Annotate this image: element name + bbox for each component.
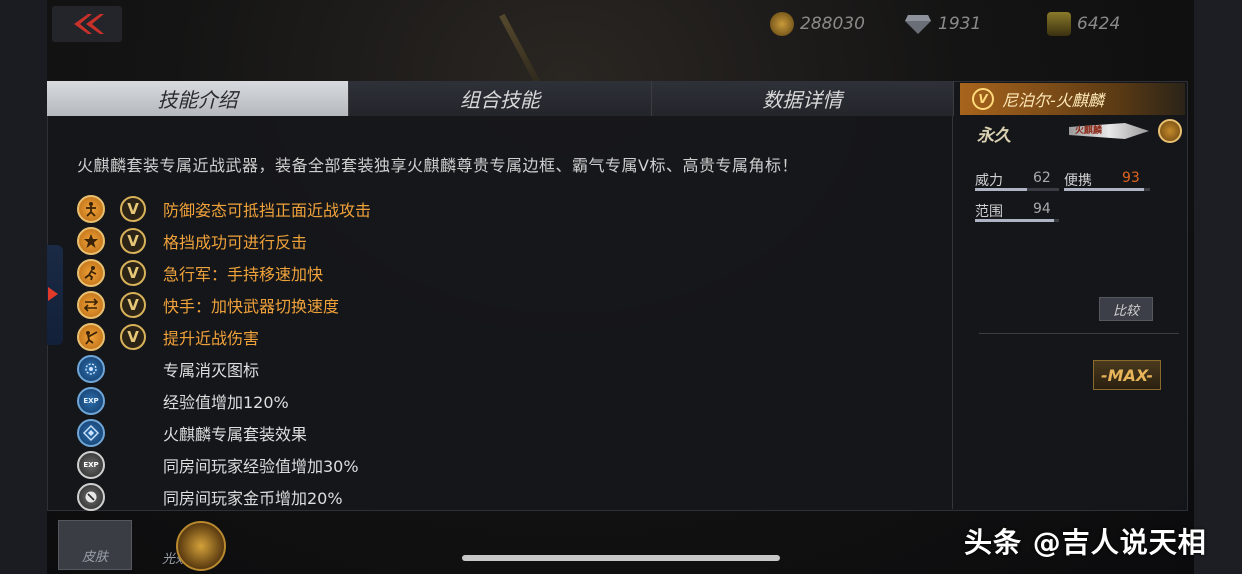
feature-text: 格挡成功可进行反击: [163, 233, 308, 252]
tab-skill-intro[interactable]: 技能介绍: [47, 81, 350, 116]
crossed-swords-icon: [1047, 12, 1071, 36]
stat-range: 范围 94: [975, 201, 1059, 223]
kill-icon-emblem: [77, 355, 105, 383]
currency-gold: 288030: [770, 12, 865, 36]
left-edge: [0, 0, 47, 574]
star-icon: [77, 227, 105, 255]
tab-bar: 技能介绍 组合技能 数据详情: [47, 81, 954, 116]
exp-icon: EXP: [77, 387, 105, 415]
expand-arrow-icon[interactable]: [48, 287, 58, 301]
feature-text: 防御姿态可抵挡正面近战攻击: [163, 201, 372, 220]
compare-button[interactable]: 比较: [1099, 297, 1153, 321]
skill-content: 火麒麟套装专属近战武器，装备全部套装独享火麒麟尊贵专属边框、霸气专属V标、高贵专…: [47, 116, 953, 512]
gold-coin-icon: [770, 12, 794, 36]
stat-label: 范围: [975, 204, 1003, 220]
room-exp-icon: EXP: [77, 451, 105, 479]
vip-v-icon: V: [120, 228, 146, 254]
suit-effect-icon: [77, 419, 105, 447]
feature-row: V 防御姿态可抵挡正面近战攻击: [77, 194, 371, 224]
weapon-swap-icon: [77, 291, 105, 319]
weapon-summary: V 尼泊尔-火麒麟 永久 火麒麟 威力 62 便携 93 范围 94 比较 -M…: [957, 81, 1186, 509]
home-indicator[interactable]: [462, 555, 780, 561]
feature-row: EXP 同房间玩家经验值增加30%: [77, 450, 359, 480]
feature-text: 火麒麟专属套装效果: [163, 425, 308, 444]
skin-label: 皮肤: [81, 550, 108, 565]
back-button[interactable]: [52, 6, 122, 42]
feature-row: V 提升近战伤害: [77, 322, 259, 352]
feature-row: V 格挡成功可进行反击: [77, 226, 307, 256]
feature-text: 同房间玩家金币增加20%: [163, 489, 343, 508]
feature-text: 同房间玩家经验值增加30%: [163, 457, 359, 476]
feature-row: 同房间玩家金币增加20%: [77, 482, 343, 512]
melee-attack-icon: [77, 323, 105, 351]
skin-button[interactable]: 皮肤: [58, 520, 132, 570]
feature-row: V 快手：加快武器切换速度: [77, 290, 339, 320]
lion-emblem-icon[interactable]: [176, 521, 226, 571]
tab-data-details[interactable]: 数据详情: [651, 81, 954, 116]
stat-value: 93: [1122, 170, 1140, 186]
feature-row: 专属消灭图标: [77, 354, 259, 384]
diamond-icon: [905, 15, 931, 34]
stat-power: 威力 62: [975, 170, 1059, 192]
stat-label: 便携: [1064, 173, 1092, 189]
room-coin-icon: [77, 483, 105, 511]
stat-portability: 便携 93: [1064, 170, 1150, 192]
stat-label: 威力: [975, 173, 1003, 189]
weapon-badge-icon: [1158, 119, 1182, 143]
duration-label: 永久: [977, 126, 1011, 146]
feature-row: EXP 经验值增加120%: [77, 386, 289, 416]
stat-value: 62: [1033, 170, 1051, 186]
feature-text: 提升近战伤害: [163, 329, 260, 348]
right-edge: [1194, 0, 1242, 574]
weapon-title-bar: V 尼泊尔-火麒麟: [960, 83, 1185, 115]
feature-row: 火麒麟专属套装效果: [77, 418, 307, 448]
running-icon: [77, 259, 105, 287]
vip-v-icon: V: [120, 292, 146, 318]
weapon-name: 尼泊尔-火麒麟: [1002, 91, 1104, 110]
currency-diamond: 1931: [904, 12, 981, 36]
feature-text: 急行军：手持移速加快: [163, 265, 324, 284]
divider: [979, 333, 1179, 334]
max-level-badge: -MAX-: [1093, 360, 1161, 390]
vip-v-icon: V: [120, 324, 146, 350]
vip-v-icon: V: [120, 260, 146, 286]
feature-text: 经验值增加120%: [163, 393, 289, 412]
currency-diamond-value: 1931: [938, 14, 982, 34]
vip-v-icon: V: [120, 196, 146, 222]
feature-text: 快手：加快武器切换速度: [163, 297, 340, 316]
tab-combo-skills[interactable]: 组合技能: [349, 81, 652, 116]
feature-text: 专属消灭图标: [163, 361, 260, 380]
stat-bar: [1064, 188, 1144, 191]
back-arrow-icon: [74, 14, 104, 34]
stat-bar: [975, 219, 1054, 222]
weapon-thumbnail-label: 火麒麟: [1075, 126, 1103, 136]
watermark: 头条 @吉人说天相: [964, 526, 1207, 559]
stat-bar: [975, 188, 1028, 191]
feature-row: V 急行军：手持移速加快: [77, 258, 323, 288]
vip-v-icon: V: [972, 88, 994, 110]
weapon-description: 火麒麟套装专属近战武器，装备全部套装独享火麒麟尊贵专属边框、霸气专属V标、高贵专…: [77, 156, 798, 175]
stat-value: 94: [1033, 201, 1051, 217]
currency-honor-value: 6424: [1077, 14, 1121, 34]
currency-gold-value: 288030: [800, 14, 865, 34]
defense-stance-icon: [77, 195, 105, 223]
currency-honor: 6424: [1047, 12, 1120, 36]
